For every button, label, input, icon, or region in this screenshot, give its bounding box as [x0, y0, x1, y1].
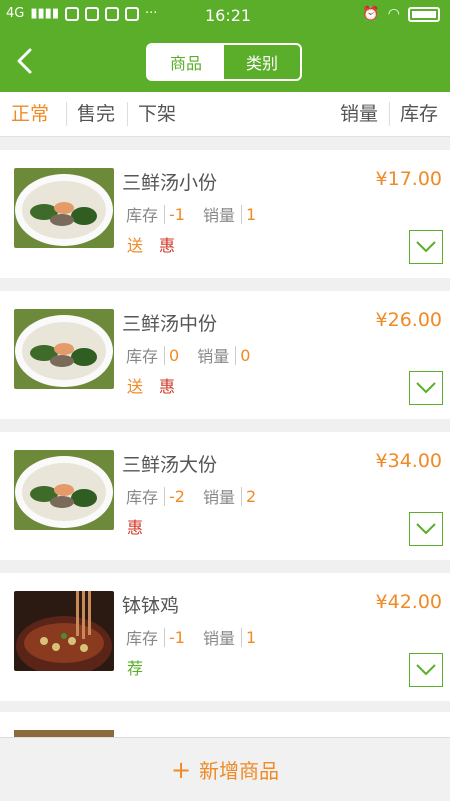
app-icon	[84, 6, 99, 21]
expand-button[interactable]	[409, 653, 443, 687]
alarm-icon: ⏰	[362, 6, 380, 22]
product-name: 三鲜汤小份	[122, 172, 218, 194]
stock-value: -2	[164, 486, 185, 506]
sort-sales[interactable]: 销量	[340, 92, 378, 136]
tag-discount: 惠	[159, 236, 176, 255]
product-stats: 库存 -1 销量 1	[126, 202, 256, 226]
product-image-soup	[14, 450, 114, 530]
tag-discount: 惠	[127, 518, 144, 537]
product-image-soup	[14, 309, 114, 389]
stock-label: 库存	[126, 347, 159, 366]
filter-off-shelf[interactable]: 下架	[138, 92, 176, 136]
divider	[66, 102, 67, 126]
shield-icon	[124, 6, 139, 21]
product-stats: 库存 -2 销量 2	[126, 484, 256, 508]
sales-label: 销量	[202, 488, 235, 507]
tab-categories[interactable]: 类别	[224, 45, 300, 79]
chevron-down-icon	[416, 382, 436, 394]
stock-label: 库存	[126, 206, 159, 225]
add-product-label: 新增商品	[199, 759, 280, 783]
status-left: 4G ▮▮▮▮ ···	[6, 6, 157, 21]
product-price: ¥42.00	[375, 591, 442, 613]
product-card[interactable]: 三鲜汤中份 ¥26.00 库存 0 销量 0 送 惠	[0, 291, 450, 419]
sales-value: 1	[240, 627, 256, 647]
nav-bar: 商品 类别	[0, 32, 450, 92]
product-price: ¥26.00	[375, 309, 442, 331]
divider	[127, 102, 128, 126]
tag-discount: 惠	[159, 377, 176, 396]
status-time: 16:21	[205, 6, 252, 25]
stock-value: -1	[164, 204, 185, 224]
stock-value: 0	[164, 345, 179, 365]
chevron-down-icon	[416, 664, 436, 676]
network-label: 4G	[6, 6, 25, 21]
expand-button[interactable]	[409, 230, 443, 264]
plus-icon: +	[170, 755, 192, 784]
wechat-icon	[104, 6, 119, 21]
product-name: 三鲜汤大份	[122, 454, 218, 476]
stock-value: -1	[164, 627, 185, 647]
sales-label: 销量	[202, 629, 235, 648]
product-stats: 库存 0 销量 0	[126, 343, 250, 367]
wifi-icon: ◠	[387, 6, 400, 22]
back-button[interactable]	[12, 46, 40, 76]
tab-products[interactable]: 商品	[148, 45, 224, 79]
product-stats: 库存 -1 销量 1	[126, 625, 256, 649]
product-card[interactable]: 三鲜汤大份 ¥34.00 库存 -2 销量 2 惠	[0, 432, 450, 560]
product-price: ¥17.00	[375, 168, 442, 190]
filter-sold-out[interactable]: 售完	[77, 92, 115, 136]
product-image-bobo-chicken	[14, 591, 114, 671]
segmented-control: 商品 类别	[146, 43, 302, 81]
signal-icon: ▮▮▮▮	[30, 6, 59, 21]
filter-bar: 正常 售完 下架 销量 库存	[0, 92, 450, 137]
divider	[389, 102, 390, 126]
product-card[interactable]: 钵钵鸡 ¥42.00 库存 -1 销量 1 荐	[0, 573, 450, 701]
qq-icon	[64, 6, 79, 21]
more-dots-icon: ···	[144, 6, 158, 21]
status-right: ⏰ ◠	[362, 6, 440, 22]
product-name: 三鲜汤中份	[122, 313, 218, 335]
expand-button[interactable]	[409, 512, 443, 546]
sales-label: 销量	[202, 206, 235, 225]
product-image-soup	[14, 168, 114, 248]
stock-label: 库存	[126, 629, 159, 648]
add-product-button[interactable]: + 新增商品	[0, 737, 450, 801]
filter-normal[interactable]: 正常	[11, 92, 49, 136]
sales-value: 2	[240, 486, 256, 506]
chevron-down-icon	[416, 523, 436, 535]
expand-button[interactable]	[409, 371, 443, 405]
chevron-down-icon	[416, 241, 436, 253]
product-card[interactable]: 三鲜汤小份 ¥17.00 库存 -1 销量 1 送 惠	[0, 150, 450, 278]
product-name: 钵钵鸡	[122, 595, 180, 617]
sales-label: 销量	[197, 347, 230, 366]
product-price: ¥34.00	[375, 450, 442, 472]
chevron-left-icon	[17, 48, 32, 74]
stock-label: 库存	[126, 488, 159, 507]
tag-recommended: 荐	[127, 659, 144, 678]
product-card-partial[interactable]	[0, 712, 450, 737]
product-tags: 送 惠	[127, 373, 175, 397]
tag-gift: 送	[127, 236, 144, 255]
sales-value: 0	[235, 345, 250, 365]
product-tags: 送 惠	[127, 232, 175, 256]
tag-gift: 送	[127, 377, 144, 396]
product-image-partial	[14, 730, 114, 737]
status-bar: 4G ▮▮▮▮ ··· 16:21 ⏰ ◠	[0, 0, 450, 32]
sort-stock[interactable]: 库存	[400, 92, 438, 136]
product-tags: 荐	[127, 655, 143, 679]
battery-icon	[408, 6, 440, 22]
sales-value: 1	[240, 204, 256, 224]
product-tags: 惠	[127, 514, 143, 538]
